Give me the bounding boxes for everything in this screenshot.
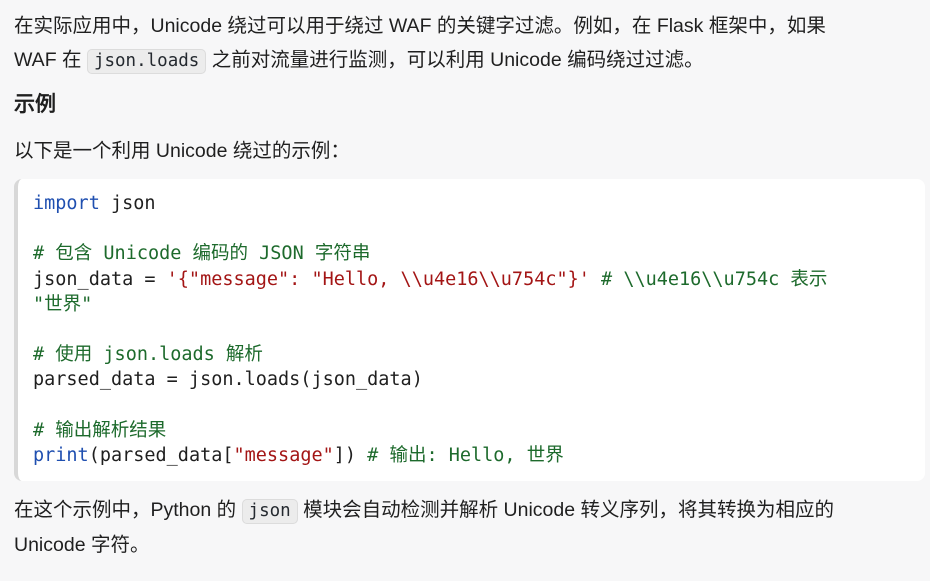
intro-text-3: 之前对流量进行监测，可以利用 Unicode 编码绕过过滤。 [206,49,704,71]
code-string: '{"message": "Hello, \\u4e16\\u754c"}' [166,268,590,290]
code-content: import json # 包含 Unicode 编码的 JSON 字符串 js… [18,179,925,468]
explanation-text-2: 模块会自动检测并解析 Unicode 转义序列，将其转换为相应的 [297,499,835,521]
code-comment: "世界" [33,293,93,315]
intro-paragraph: 在实际应用中，Unicode 绕过可以用于绕过 WAF 的关键字过滤。例如，在 … [14,9,914,78]
code-line-4-var: json_data = [33,268,167,290]
code-line-11-a: (parsed_data[ [88,445,234,467]
code-line-8: parsed_data = json.loads(json_data) [33,369,423,391]
code-function-print: print [33,445,89,467]
explanation-text-3: Unicode 字符。 [14,534,150,556]
intro-text-2: WAF 在 [14,49,87,71]
code-comment: # 使用 json.loads 解析 [33,344,263,366]
code-line-1-rest: json [99,193,156,214]
code-comment: # 输出解析结果 [33,419,167,441]
inline-code-json-loads: json.loads [86,49,207,74]
code-keyword-import: import [33,193,100,214]
explanation-text-1: 在这个示例中，Python 的 [14,499,242,521]
section-heading: 示例 [14,93,56,116]
intro-text-1: 在实际应用中，Unicode 绕过可以用于绕过 WAF 的关键字过滤。例如，在 … [14,15,826,37]
code-comment: # 包含 Unicode 编码的 JSON 字符串 [33,243,371,265]
inline-code-json: json [241,499,298,524]
code-comment: # \\u4e16\\u754c 表示 [589,268,828,290]
code-comment: # 输出: Hello, 世界 [367,445,564,467]
example-intro-paragraph: 以下是一个利用 Unicode 绕过的示例： [14,140,350,162]
code-line-11-b: ]) [333,445,368,467]
code-block[interactable]: import json # 包含 Unicode 编码的 JSON 字符串 js… [14,179,925,481]
explanation-paragraph: 在这个示例中，Python 的 json 模块会自动检测并解析 Unicode … [14,493,914,562]
code-string: "message" [233,445,334,467]
